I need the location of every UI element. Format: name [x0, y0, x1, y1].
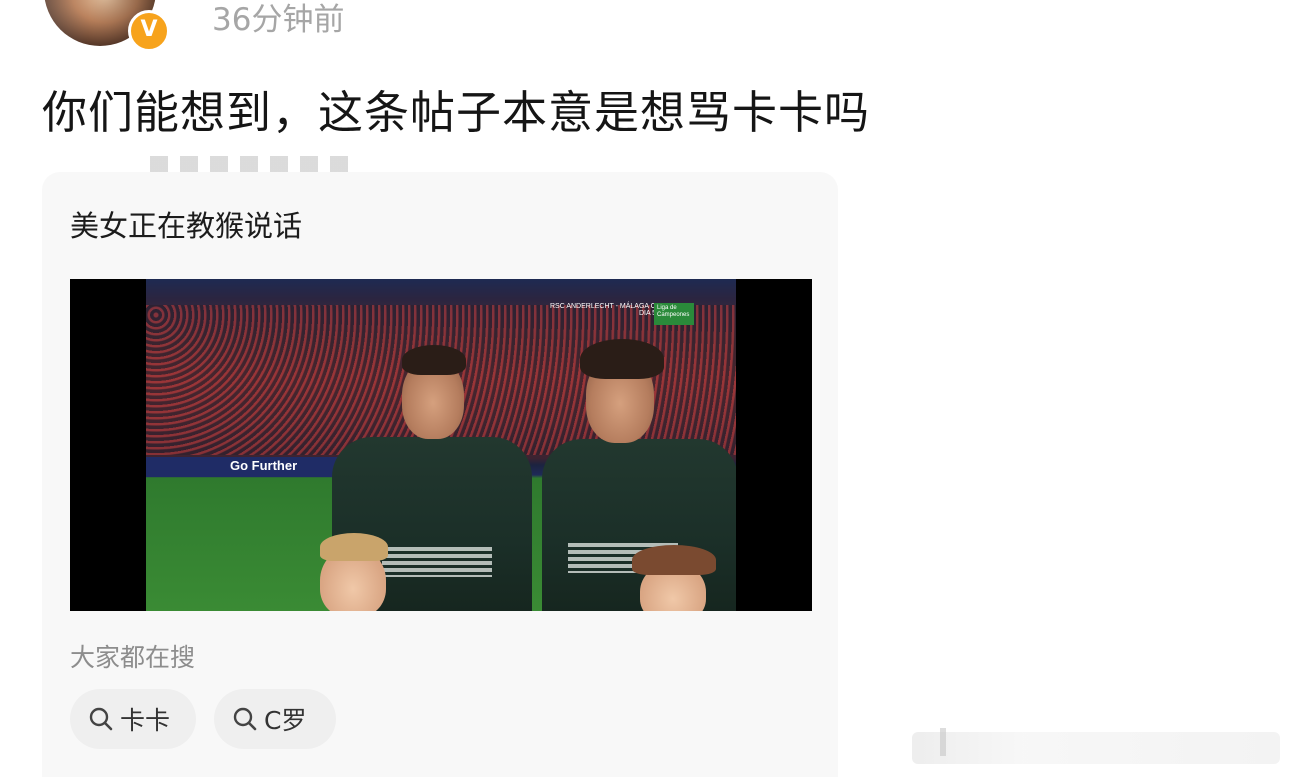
faded-bar-mark [940, 728, 946, 756]
mascot-kid-right [626, 545, 722, 611]
search-chip-label: C罗 [264, 706, 307, 735]
broadcast-match-day: DIA 58 [638, 310, 660, 317]
post-timestamp: 36分钟前 [212, 2, 345, 38]
verified-badge-letter: V [140, 17, 158, 42]
cropped-text-remnant [150, 156, 350, 172]
search-chip-cristiano[interactable]: C罗 [214, 689, 336, 749]
kid-left-hair [320, 533, 388, 561]
trending-search-label: 大家都在搜 [70, 643, 196, 672]
search-icon [233, 707, 257, 731]
broadcast-match-title: RSC ANDERLECHT - MÁLAGA CF [550, 303, 660, 310]
faded-bottom-bar [912, 732, 1280, 764]
player-left-jacket-stripe [382, 547, 492, 577]
search-icon [89, 707, 113, 731]
post-text: 你们能想到，这条帖子本意是想骂卡卡吗 [42, 86, 871, 139]
search-chip-kaka[interactable]: 卡卡 [70, 689, 196, 749]
broadcast-competition-badge: Liga de Campeones [654, 303, 694, 325]
mascot-kid-left [316, 533, 390, 611]
search-chip-label: 卡卡 [120, 706, 171, 735]
player-left-hair [402, 345, 466, 375]
ad-board-text: Go Further [230, 458, 298, 473]
verified-badge-icon: V [128, 10, 170, 52]
card-title: 美女正在教猴说话 [70, 209, 303, 243]
broadcast-match-overlay: RSC ANDERLECHT - MÁLAGA CF DIA 58 [550, 303, 660, 317]
kid-right-hair [632, 545, 716, 575]
stadium-scene: Go Further RSC ANDERLECHT - MÁLAGA CF DI… [146, 279, 736, 611]
player-right-hair [580, 339, 664, 379]
video-thumbnail[interactable]: Go Further RSC ANDERLECHT - MÁLAGA CF DI… [70, 279, 812, 611]
